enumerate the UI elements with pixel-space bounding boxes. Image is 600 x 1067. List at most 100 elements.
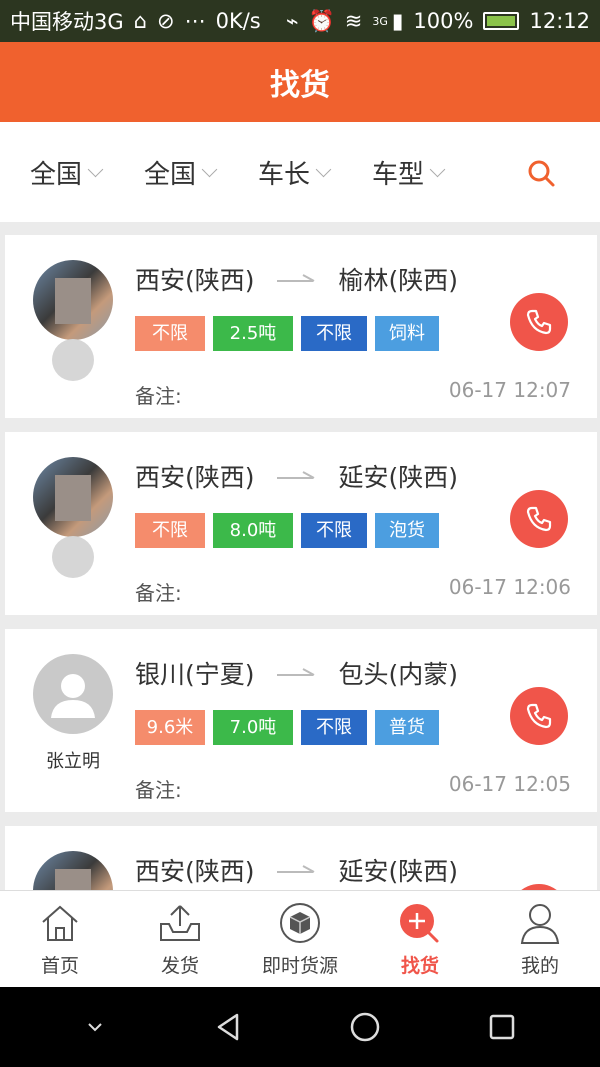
phone-icon xyxy=(526,309,552,335)
tab-find-cargo-label: 找货 xyxy=(400,955,439,977)
route: 西安(陕西) 延安(陕西) xyxy=(135,458,458,494)
tab-instant-cargo-label: 即时货源 xyxy=(261,955,338,977)
note-label: 备注: xyxy=(135,384,182,408)
origin-city: 西安(陕西) xyxy=(135,857,255,886)
filter-destination-label: 全国 xyxy=(144,159,197,190)
user-icon xyxy=(517,901,563,945)
carrier-label: 中国移动3G xyxy=(10,10,124,34)
tag-group: 不限 2.5吨 不限 饲料 xyxy=(135,316,439,351)
chevron-down-icon xyxy=(87,161,104,177)
search-plus-icon xyxy=(397,901,443,945)
filter-origin-label: 全国 xyxy=(30,159,83,190)
tag-truck-type: 不限 xyxy=(301,513,367,548)
tab-me[interactable]: 我的 xyxy=(480,891,600,987)
note-label: 备注: xyxy=(135,581,182,605)
home-icon xyxy=(37,901,83,945)
system-nav-bar xyxy=(0,987,600,1067)
tag-cargo-type: 泡货 xyxy=(375,513,439,548)
back-icon[interactable] xyxy=(211,1009,247,1045)
name-blurred xyxy=(52,536,94,578)
clock-label: 12:12 xyxy=(529,9,590,33)
shipper-name: 张立明 xyxy=(46,751,100,772)
battery-icon xyxy=(483,12,520,30)
destination-city: 包头(内蒙) xyxy=(338,660,459,689)
destination-city: 榆林(陕西) xyxy=(338,266,459,295)
filter-truck-type-label: 车型 xyxy=(372,159,425,190)
phone-icon xyxy=(526,506,552,532)
tag-group: 不限 8.0吨 不限 泡货 xyxy=(135,513,439,548)
post-time: 06-17 12:05 xyxy=(448,772,571,796)
note-label: 备注: xyxy=(135,778,182,802)
tag-truck-length: 不限 xyxy=(135,316,205,351)
tag-weight: 8.0吨 xyxy=(213,513,293,548)
tag-truck-length: 9.6米 xyxy=(135,710,205,745)
post-time: 06-17 12:06 xyxy=(448,575,571,599)
chevron-down-icon[interactable] xyxy=(80,1012,110,1042)
tag-truck-length: 不限 xyxy=(135,513,205,548)
filter-origin[interactable]: 全国 xyxy=(30,154,144,191)
filter-destination[interactable]: 全国 xyxy=(144,154,258,191)
origin-city: 西安(陕西) xyxy=(135,463,255,492)
tab-home[interactable]: 首页 xyxy=(0,891,120,987)
avatar xyxy=(33,457,113,537)
post-time: 06-17 12:07 xyxy=(448,378,571,402)
filter-bar: 全国 全国 车长 车型 xyxy=(0,122,600,222)
call-button[interactable] xyxy=(510,687,568,745)
tag-truck-type: 不限 xyxy=(301,316,367,351)
tag-weight: 2.5吨 xyxy=(213,316,293,351)
cargo-card[interactable]: 张立明 银川(宁夏) 包头(内蒙) 9.6米 7.0吨 不限 普货 备注: 06… xyxy=(5,629,597,812)
status-bar: 中国移动3G ⌂ ⊘ ⋯ 0K/s ⌁ ⏰ ≋ 3G ▮ 100% 12:12 xyxy=(0,0,600,42)
upload-icon xyxy=(157,901,203,945)
battery-label: 100% xyxy=(413,9,474,33)
tab-home-label: 首页 xyxy=(40,955,79,977)
more-icon: ⋯ xyxy=(184,9,206,33)
chevron-down-icon xyxy=(315,161,332,177)
call-button[interactable] xyxy=(510,490,568,548)
filter-truck-length-label: 车长 xyxy=(258,159,311,190)
cargo-card[interactable]: 西安(陕西) 延安(陕西) 不限 8.0吨 不限 泡货 备注: 06-17 12… xyxy=(5,432,597,615)
destination-city: 延安(陕西) xyxy=(338,857,459,886)
arrow-right-icon xyxy=(276,274,314,282)
recents-icon[interactable] xyxy=(484,1009,520,1045)
tab-find-cargo[interactable]: 找货 xyxy=(360,891,480,987)
box-icon xyxy=(277,901,323,945)
arrow-right-icon xyxy=(276,471,314,479)
tag-cargo-type: 饲料 xyxy=(375,316,439,351)
cargo-list[interactable]: 西安(陕西) 榆林(陕西) 不限 2.5吨 不限 饲料 备注: 06-17 12… xyxy=(5,235,597,890)
vibrate-icon: ⌁ xyxy=(285,9,299,33)
cargo-card[interactable]: 西安(陕西) 榆林(陕西) 不限 2.5吨 不限 饲料 备注: 06-17 12… xyxy=(5,235,597,418)
tab-instant-cargo[interactable]: 即时货源 xyxy=(240,891,360,987)
tag-truck-type: 不限 xyxy=(301,710,367,745)
tab-ship-label: 发货 xyxy=(160,955,199,977)
tag-weight: 7.0吨 xyxy=(213,710,293,745)
call-button[interactable] xyxy=(510,293,568,351)
filter-truck-type[interactable]: 车型 xyxy=(372,154,486,191)
origin-city: 西安(陕西) xyxy=(135,266,255,295)
route: 西安(陕西) 榆林(陕西) xyxy=(135,261,458,297)
cargo-card[interactable]: 西安(陕西) 延安(陕西) xyxy=(5,826,597,890)
filter-truck-length[interactable]: 车长 xyxy=(258,154,372,191)
bottom-tab-bar: 首页 发货 即时货源 找货 我的 xyxy=(0,890,600,987)
route: 银川(宁夏) 包头(内蒙) xyxy=(135,655,458,691)
title-bar: 找货 xyxy=(0,42,600,122)
notification-icon: ⌂ xyxy=(133,9,147,33)
phone-icon xyxy=(526,703,552,729)
avatar xyxy=(33,851,113,890)
destination-city: 延安(陕西) xyxy=(338,463,459,492)
avatar xyxy=(33,260,113,340)
arrow-right-icon xyxy=(276,668,314,676)
network-label: 3G xyxy=(372,14,388,28)
home-nav-icon[interactable] xyxy=(347,1009,383,1045)
speed-label: 0K/s xyxy=(215,9,261,33)
chevron-down-icon xyxy=(429,161,446,177)
signal-icon: ▮ xyxy=(391,9,404,33)
origin-city: 银川(宁夏) xyxy=(135,660,255,689)
tag-cargo-type: 普货 xyxy=(375,710,439,745)
wifi-icon: ≋ xyxy=(344,9,363,33)
page-title: 找货 xyxy=(270,68,330,103)
tag-group: 9.6米 7.0吨 不限 普货 xyxy=(135,710,439,745)
route: 西安(陕西) 延安(陕西) xyxy=(135,852,458,888)
search-icon[interactable] xyxy=(526,158,556,188)
tab-ship[interactable]: 发货 xyxy=(120,891,240,987)
arrow-right-icon xyxy=(276,865,314,873)
